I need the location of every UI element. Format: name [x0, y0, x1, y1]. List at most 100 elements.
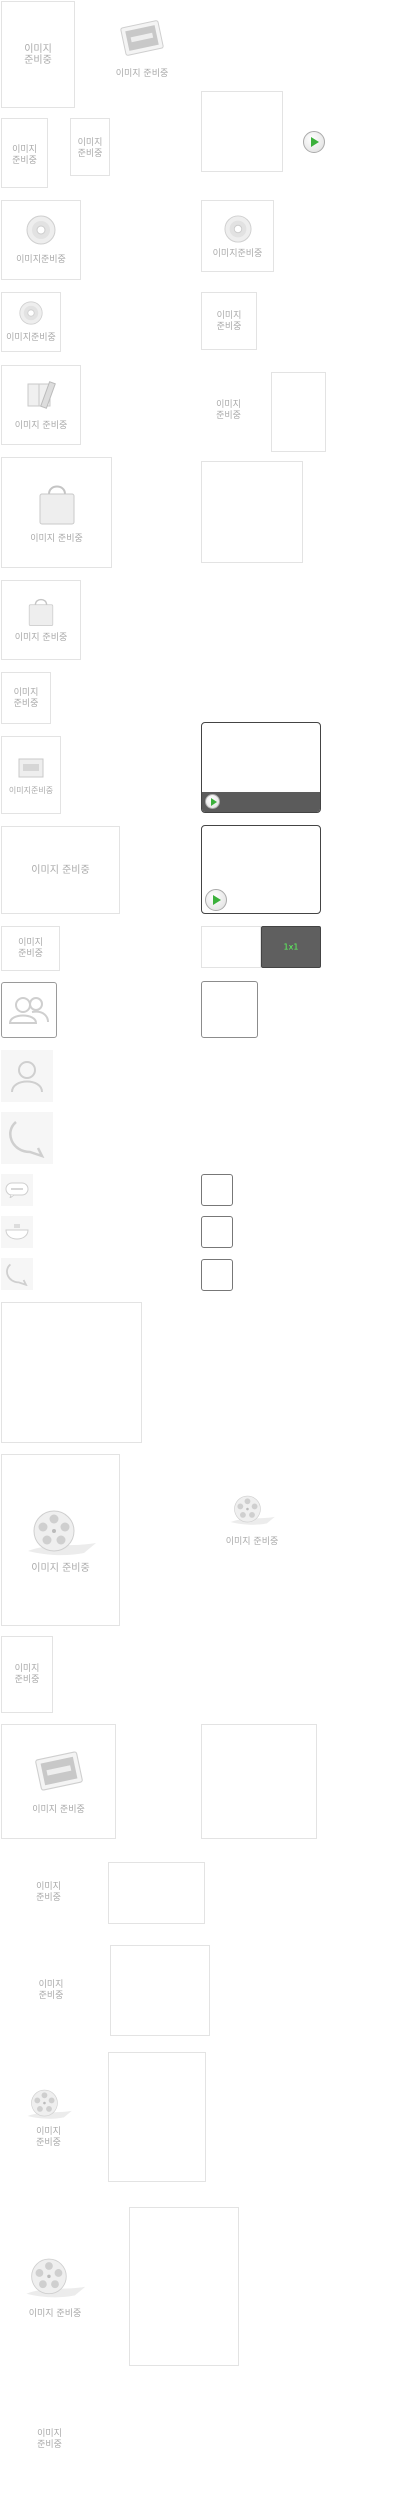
image-placeholder-filled: 이미지 준비중	[1, 1946, 101, 2036]
group-users-icon	[8, 997, 49, 1024]
image-placeholder-photo: 이미지 준비중	[1, 1724, 116, 1839]
line2: 준비중	[18, 949, 43, 959]
select-box[interactable]	[201, 1259, 233, 1291]
placeholder-text: 이미지 준비중	[115, 69, 169, 79]
book-ruler-icon	[27, 381, 56, 409]
line2: 준비중	[216, 411, 241, 421]
line1: 이미지	[77, 138, 103, 148]
placeholder-text: 이미지 준비중	[2, 145, 47, 167]
placeholder-text: 이미지 준비중	[2, 1882, 95, 1904]
placeholder-text: 이미지 준비중	[31, 1563, 90, 1574]
placeholder-text: 이미지 준비중	[2, 938, 59, 960]
image-frame-empty	[108, 2052, 206, 2182]
line1: 이미지	[37, 2429, 62, 2439]
image-placeholder-filled: 이미지 준비중	[201, 370, 256, 450]
blog-placeholder	[1, 1174, 33, 1206]
image-frame-empty	[201, 1724, 317, 1839]
line1: 이미지	[14, 1664, 40, 1674]
image-frame-empty	[271, 372, 326, 452]
line2: 준비중	[38, 1991, 64, 2001]
film-reel-icon	[27, 2089, 72, 2119]
placeholder-text: 이미지준비중	[6, 333, 56, 343]
shopping-bag-icon	[28, 598, 54, 626]
image-placeholder-small: 이미지 준비중	[1, 926, 60, 971]
image-placeholder-film: 이미지 준비중	[1, 2052, 96, 2182]
image-placeholder-bag: 이미지 준비중	[1, 457, 112, 568]
user-avatar-placeholder	[1, 1050, 53, 1102]
image-placeholder-small: 이미지 준비중	[1, 118, 48, 188]
placeholder-text: 이미지 준비중	[2, 44, 74, 66]
line2: 준비중	[14, 1675, 40, 1685]
video-player-frame[interactable]	[201, 722, 321, 813]
player-control-bar[interactable]	[202, 792, 320, 812]
image-placeholder-small: 이미지 준비중	[70, 118, 110, 176]
image-frame-empty	[110, 1945, 210, 2036]
film-reel-icon	[27, 1510, 96, 1556]
chat-placeholder	[1, 1258, 33, 1290]
image-placeholder-bag: 이미지 준비중	[1, 580, 81, 660]
image-placeholder-small: 이미지 준비중	[1, 1636, 53, 1713]
line2: 준비중	[77, 149, 103, 159]
image-frame-empty	[108, 1862, 205, 1924]
play-button[interactable]	[303, 131, 325, 153]
select-box[interactable]	[201, 1174, 233, 1206]
image-frame-empty	[201, 91, 283, 172]
placeholder-text: 이미지 준비중	[28, 2309, 82, 2319]
play-button[interactable]	[205, 889, 227, 911]
image-placeholder-photo: 이미지 준비중	[107, 15, 177, 85]
chat-placeholder	[1, 1112, 53, 1164]
placeholder-text: 이미지 준비중	[2, 2127, 95, 2149]
chat-bubble-icon	[9, 1121, 45, 1158]
placeholder-text: 이미지 준비중	[2, 688, 50, 710]
chat-bubble-icon	[6, 1263, 28, 1286]
placeholder-text: 이미지 준비중	[2, 1980, 100, 2002]
photo-card-icon	[34, 1751, 83, 1791]
placeholder-text: 이미지준비중	[212, 249, 263, 259]
placeholder-text: 이미지 준비중	[31, 865, 90, 876]
image-placeholder-film: 이미지 준비중	[212, 1488, 292, 1560]
line1: 이미지	[18, 938, 43, 948]
user-icon	[11, 1061, 43, 1093]
placeholder-text: 이미지 준비중	[225, 1537, 279, 1547]
placeholder-text: 이미지 준비중	[2, 1664, 52, 1686]
cd-disc-icon	[223, 215, 252, 243]
group-avatar-placeholder	[1, 982, 57, 1038]
line1: 이미지	[36, 1882, 61, 1892]
bowl-icon	[5, 1224, 29, 1240]
line1: 이미지	[38, 1980, 64, 1990]
placeholder-text: 이미지 준비중	[14, 421, 68, 431]
line1: 이미지	[216, 311, 242, 321]
tape-thumbnail: 1x1	[261, 926, 321, 968]
image-placeholder-disc: 이미지준비중	[1, 200, 81, 280]
image-placeholder-disc: 이미지준비중	[1, 292, 61, 352]
play-button[interactable]	[205, 794, 220, 809]
tape-badge: 1x1	[283, 942, 299, 952]
image-placeholder-film: 이미지 준비중	[1, 2206, 109, 2366]
video-player-frame[interactable]	[201, 825, 321, 914]
select-box[interactable]	[201, 1216, 233, 1248]
shopping-bag-icon	[39, 485, 74, 525]
image-frame-empty	[201, 461, 303, 563]
image-placeholder-tall: 이미지 준비중	[1, 1, 75, 108]
placeholder-text: 이미지준비중	[16, 255, 66, 265]
image-placeholder-small: 이미지 준비중	[201, 292, 257, 350]
placeholder-text: 이미지 준비중	[71, 138, 109, 160]
image-placeholder-small: 이미지 준비중	[1, 672, 51, 724]
bowl-placeholder	[1, 1216, 33, 1248]
film-reel-icon	[26, 2258, 86, 2298]
image-placeholder-filled: 이미지 준비중	[1, 2388, 98, 2488]
placeholder-text: 이미지 준비중	[202, 311, 256, 333]
line1: 이미지	[24, 44, 52, 55]
placeholder-text: 이미지 준비중	[2, 2429, 97, 2451]
line2: 준비중	[36, 1893, 61, 1903]
gift-card-icon	[18, 758, 44, 778]
line1: 이미지	[36, 2127, 61, 2137]
image-frame-empty	[129, 2207, 239, 2366]
placeholder-text: 이미지 준비중	[30, 534, 83, 544]
image-frame-empty	[201, 981, 258, 1038]
photo-card-icon	[120, 20, 164, 56]
line2: 준비중	[12, 156, 37, 166]
image-placeholder-gift: 이미지준비중	[1, 736, 61, 814]
image-placeholder-disc: 이미지준비중	[201, 200, 274, 272]
placeholder-text: 이미지 준비중	[14, 633, 68, 643]
